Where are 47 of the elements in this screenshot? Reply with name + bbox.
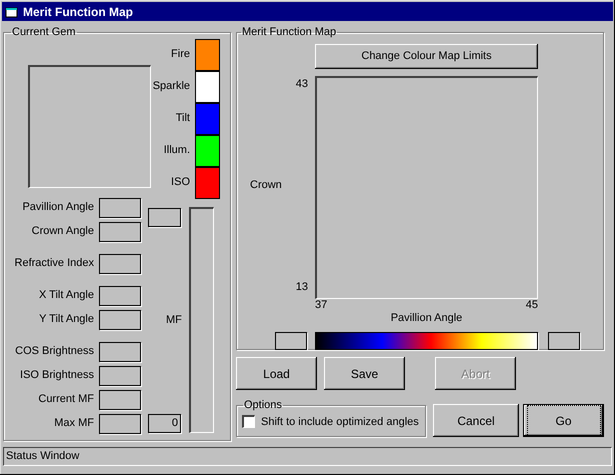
window-title: Merit Function Map <box>23 4 133 20</box>
value-field[interactable] <box>99 414 141 434</box>
x-max-label: 45 <box>526 298 538 310</box>
field-label: X Tilt Angle <box>38 288 94 304</box>
field-label: Refractive Index <box>14 256 94 272</box>
group-title: Options <box>243 398 283 413</box>
y-min-label: 13 <box>296 280 308 295</box>
field-label: Crown Angle <box>30 224 94 240</box>
max-limit-field[interactable] <box>548 332 580 350</box>
field-label: Current MF <box>37 392 94 408</box>
window-icon <box>5 6 19 18</box>
field-label: COS Brightness <box>14 344 94 360</box>
group-title: Current Gem <box>11 25 77 40</box>
legend-label: Tilt <box>176 111 190 126</box>
checkbox-label: Shift to include optimized angles <box>261 414 419 430</box>
value-field[interactable] <box>99 342 141 362</box>
min-limit-field[interactable] <box>275 332 307 350</box>
value-field[interactable] <box>99 222 141 242</box>
value-field[interactable] <box>148 208 181 226</box>
field-label: Pavillion Angle <box>21 200 94 216</box>
field-label: Y Tilt Angle <box>38 312 94 328</box>
value-field[interactable] <box>99 366 141 386</box>
group-title: Merit Function Map <box>241 25 338 40</box>
value-field[interactable] <box>99 254 141 274</box>
status-bar: Status Window <box>3 447 612 466</box>
x-axis-label: Pavillion Angle <box>390 312 462 324</box>
checkbox[interactable] <box>242 415 255 428</box>
dialog-button[interactable]: Save <box>324 357 405 390</box>
value-field[interactable] <box>99 286 141 306</box>
go-button[interactable]: Go <box>523 404 604 437</box>
value-field[interactable] <box>99 198 141 218</box>
legend-label: Sparkle <box>152 79 190 94</box>
value-field[interactable] <box>99 390 141 410</box>
y-max-label: 43 <box>296 76 308 92</box>
value-field[interactable] <box>99 310 141 330</box>
field-label: Max MF <box>53 416 94 432</box>
legend-label: Fire <box>171 47 190 62</box>
field-label: ISO Brightness <box>19 368 94 384</box>
dialog-button[interactable]: Cancel <box>433 404 519 437</box>
legend-label: Illum. <box>164 143 190 158</box>
change-limits-button[interactable]: Change Colour Map Limits <box>315 44 538 68</box>
value-field[interactable]: 0 <box>148 414 181 432</box>
y-axis-label: Crown <box>250 178 282 194</box>
mf-label: MF <box>166 312 182 328</box>
legend-label: ISO <box>171 175 190 190</box>
x-min-label: 37 <box>315 298 328 310</box>
dialog-button[interactable]: Load <box>236 357 317 390</box>
